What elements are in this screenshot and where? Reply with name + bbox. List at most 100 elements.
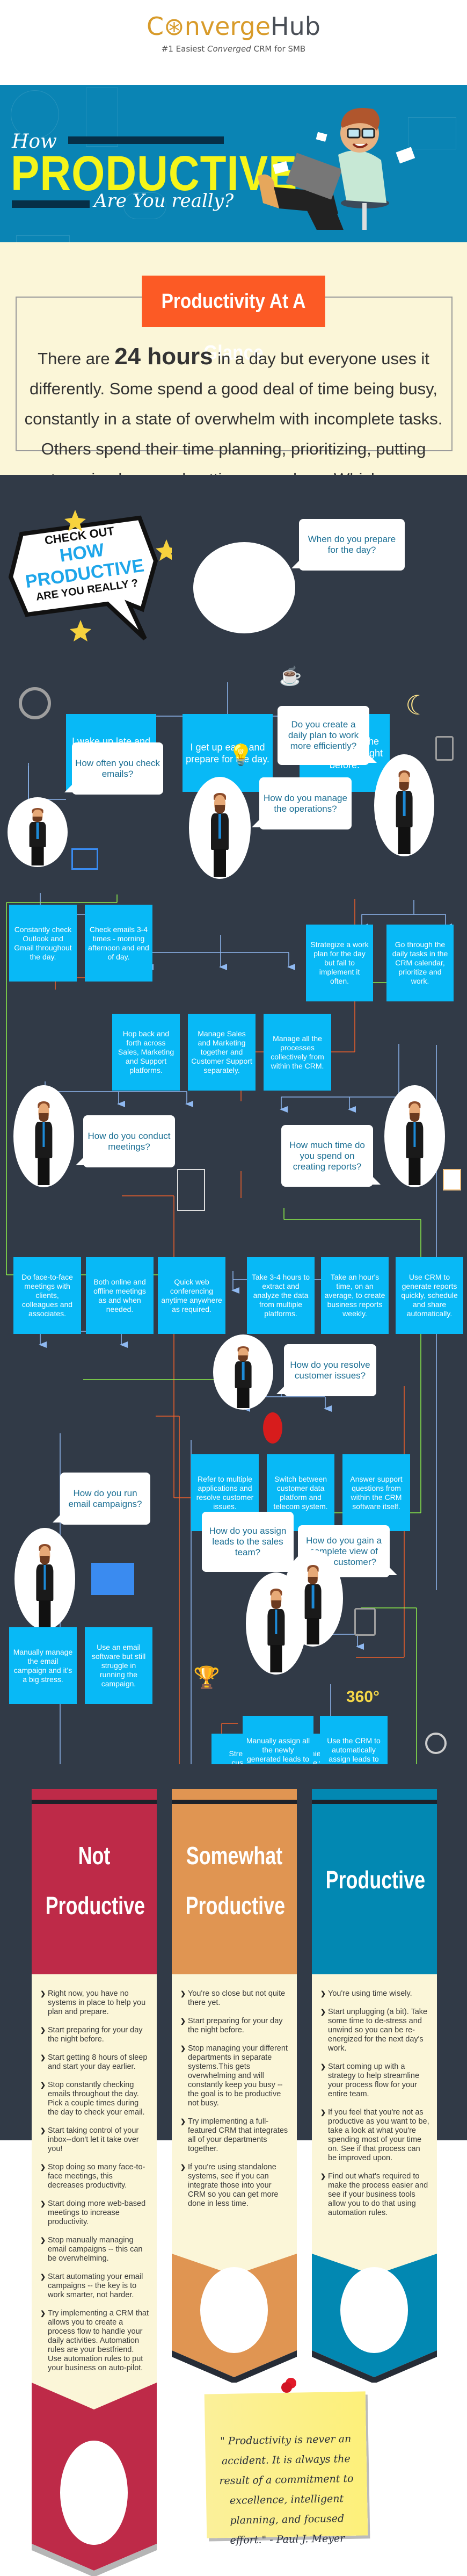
relaxed-man-illustration bbox=[258, 108, 415, 230]
question-prepare: When do you prepare for the day? bbox=[291, 519, 405, 571]
result-not-productive-header: Not Productive bbox=[32, 1789, 157, 1974]
man-presenting-illustration bbox=[13, 1085, 74, 1187]
tip-item: Start unplugging (a bit). Take some time… bbox=[320, 2008, 429, 2053]
intro-text-pre: There are bbox=[38, 349, 115, 368]
result-somewhat-productive: Somewhat Productive You're so close but … bbox=[172, 1789, 297, 2383]
tip-item: Stop doing so many face-to-face meetings… bbox=[40, 2163, 149, 2190]
report-magnifier-icon bbox=[443, 1169, 461, 1190]
stripe bbox=[32, 1800, 157, 1804]
tip-item: Stop managing your different departments… bbox=[180, 2044, 289, 2108]
hero-divider-bottom bbox=[12, 200, 90, 208]
tip-item: Try implementing a CRM that allows you t… bbox=[40, 2309, 149, 2373]
answer-emails-constantly[interactable]: Constantly check Outlook and Gmail throu… bbox=[9, 905, 77, 982]
result-productive-title: Productive bbox=[325, 1864, 426, 1895]
answer-meetings-both[interactable]: Both online and offline meetings as and … bbox=[86, 1257, 154, 1334]
tip-item: Start automating your email campaigns --… bbox=[40, 2272, 149, 2300]
man-with-chart-illustration bbox=[374, 754, 434, 856]
candidate-profile-icon bbox=[354, 1608, 376, 1636]
brand-logo[interactable]: C⊛nvergeHub bbox=[0, 12, 467, 41]
tip-item: Start getting 8 hours of sleep and start… bbox=[40, 2053, 149, 2072]
angry-face-icon bbox=[263, 1412, 282, 1444]
coffee-cup-icon: ☕ bbox=[279, 666, 302, 687]
answer-emails-3-4[interactable]: Check emails 3-4 times - morning afterno… bbox=[85, 905, 152, 982]
answer-issues-crm[interactable]: Answer support questions from within the… bbox=[342, 1454, 410, 1531]
tip-item: If you're using standalone systems, see … bbox=[180, 2163, 289, 2209]
tip-item: Right now, you have no systems in place … bbox=[40, 1989, 149, 2017]
answer-campaign-manual[interactable]: Manually manage the email campaign and i… bbox=[9, 1627, 77, 1704]
title-line2: Productive bbox=[45, 1892, 145, 1920]
sketch-checklist-icon bbox=[16, 235, 70, 242]
thinking-man-illustration bbox=[189, 777, 251, 879]
answer-ops-crm[interactable]: Manage all the processes collectively fr… bbox=[264, 1014, 331, 1091]
running-clock-icon bbox=[19, 687, 51, 719]
tip-item: Find out what's required to make the pro… bbox=[320, 2172, 429, 2218]
intro-section: Productivity At A Glance There are 24 ho… bbox=[0, 242, 467, 518]
result-productive-header: Productive bbox=[312, 1789, 437, 1974]
result-somewhat-productive-banner-end bbox=[172, 2254, 297, 2383]
answer-ops-separate[interactable]: Manage Sales and Marketing together and … bbox=[188, 1014, 256, 1091]
sending-mail-icon bbox=[91, 1563, 134, 1595]
title-line1: Not bbox=[78, 1842, 111, 1870]
answer-plan-strategize[interactable]: Strategize a work plan for the day but f… bbox=[306, 925, 373, 1001]
tip-item: Start doing more web-based meetings to i… bbox=[40, 2199, 149, 2227]
tip-item: You're so close but not quite there yet. bbox=[180, 1989, 289, 2008]
answer-reports-crm[interactable]: Use CRM to generate reports quickly, sch… bbox=[396, 1257, 463, 1334]
lightbulb-icon: 💡 bbox=[228, 744, 254, 767]
intro-badge: Productivity At A Glance bbox=[142, 276, 325, 364]
quote-text: " Productivity is never an accident. It … bbox=[219, 2433, 354, 2546]
question-assign-leads: How do you assign leads to the sales tea… bbox=[202, 1512, 301, 1572]
result-productive: Productive You're using time wisely. Star… bbox=[312, 1789, 437, 2383]
question-emails: How often you check emails? bbox=[64, 742, 163, 795]
intro-text-highlight: 24 hours bbox=[114, 343, 213, 370]
tagline-pre: #1 Easiest bbox=[161, 44, 207, 54]
logo-converge: C⊛nverge bbox=[147, 12, 271, 41]
stripe bbox=[312, 1800, 437, 1804]
360-view-icon: 360° bbox=[346, 1688, 380, 1706]
tip-item: Start preparing for your day the night b… bbox=[40, 2026, 149, 2044]
question-operations: How do you manage the operations? bbox=[252, 777, 352, 829]
stressed-man-illustration bbox=[213, 1334, 273, 1410]
moon-night-icon: ☾ bbox=[405, 690, 429, 720]
trophy-icon: 🏆 bbox=[193, 1666, 220, 1690]
header: C⊛nvergeHub #1 Easiest Converged CRM for… bbox=[0, 0, 467, 85]
man-with-clock-illustration bbox=[384, 1085, 445, 1187]
tagline-em: Converged bbox=[207, 44, 251, 54]
question-meetings: How do you conduct meetings? bbox=[76, 1115, 175, 1167]
brand-tagline: #1 Easiest Converged CRM for SMB bbox=[0, 44, 467, 54]
answer-meetings-face[interactable]: Do face-to-face meetings with clients, c… bbox=[13, 1257, 81, 1334]
question-reports: How much time do you spend on creating r… bbox=[281, 1125, 381, 1187]
result-not-productive-banner-end bbox=[32, 2383, 157, 2576]
result-productive-banner-end bbox=[312, 2254, 437, 2383]
web-conference-icon bbox=[177, 1169, 205, 1211]
tagline-post: CRM for SMB bbox=[251, 44, 306, 54]
lead-search-icon bbox=[425, 1733, 447, 1754]
answer-ops-hop[interactable]: Hop back and forth across Sales, Marketi… bbox=[112, 1014, 180, 1091]
hero-subline: Are You really? bbox=[94, 190, 234, 212]
hero-divider-top bbox=[68, 136, 224, 144]
answer-campaign-software[interactable]: Use an email software but still struggle… bbox=[85, 1627, 152, 1704]
man-with-laptop-illustration bbox=[14, 1528, 75, 1630]
result-somewhat-productive-title: Somewhat Productive bbox=[186, 1840, 285, 1921]
title-line1: Somewhat bbox=[186, 1842, 283, 1870]
question-email-campaigns: How do you run email campaigns? bbox=[53, 1473, 150, 1525]
tip-item: You're using time wisely. bbox=[320, 1989, 429, 1998]
result-productive-tips: You're using time wisely. Start unpluggin… bbox=[312, 1974, 437, 2270]
answer-reports-3-4-hours[interactable]: Take 3-4 hours to extract and analyze th… bbox=[247, 1257, 315, 1334]
tip-item: Stop constantly checking emails througho… bbox=[40, 2081, 149, 2117]
quote-sticky-note: " Productivity is never an accident. It … bbox=[204, 2391, 368, 2546]
tip-item: Start coming up with a strategy to help … bbox=[320, 2062, 429, 2099]
answer-meetings-web[interactable]: Quick web conferencing anytime anywhere … bbox=[158, 1257, 225, 1334]
result-somewhat-productive-tips: You're so close but not quite there yet.… bbox=[172, 1974, 297, 2270]
question-customer-issues: How do you resolve customer issues? bbox=[276, 1344, 376, 1396]
tip-item: Stop manually managing email campaigns -… bbox=[40, 2236, 149, 2263]
answer-reports-hour[interactable]: Take an hour's time, on an average, to c… bbox=[321, 1257, 389, 1334]
title-line2: Productive bbox=[325, 1866, 426, 1894]
hero-banner: How PRODUCTIVE Are You really? bbox=[0, 85, 467, 242]
answer-plan-crm-calendar[interactable]: Go through the daily tasks in the CRM ca… bbox=[386, 925, 454, 1001]
result-not-productive-title: Not Productive bbox=[45, 1840, 145, 1921]
result-not-productive-tips: Right now, you have no systems in place … bbox=[32, 1974, 157, 2409]
man-at-desk-illustration bbox=[8, 797, 68, 867]
tip-item: Start taking control of your inbox--don'… bbox=[40, 2126, 149, 2154]
logo-hub: Hub bbox=[271, 12, 320, 41]
checklist-clipboard-icon bbox=[435, 736, 454, 761]
